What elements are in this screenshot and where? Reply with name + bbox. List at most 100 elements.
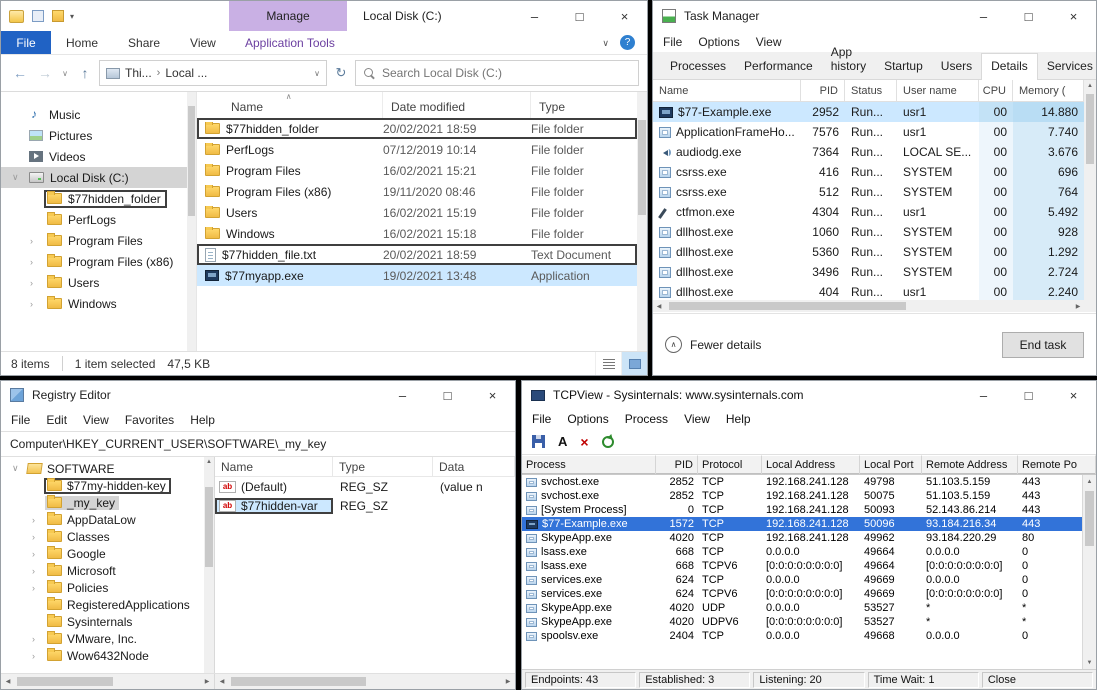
menu-view[interactable]: View <box>676 412 718 426</box>
registry-value-row[interactable]: $77hidden-var REG_SZ <box>215 496 515 515</box>
close-button[interactable]: × <box>1051 381 1096 409</box>
end-task-button[interactable]: End task <box>1002 332 1084 358</box>
column-header-local-port[interactable]: Local Port <box>860 455 922 474</box>
connection-row[interactable]: $77-Example.exe 1572 TCP 192.168.241.128… <box>522 517 1082 531</box>
process-row[interactable]: ctfmon.exe 4304 Run... usr1 00 5.492 <box>653 202 1084 222</box>
column-header-remote-port[interactable]: Remote Po <box>1018 455 1096 474</box>
scrollbar-thumb[interactable] <box>669 302 906 310</box>
close-button[interactable]: × <box>602 1 647 31</box>
expander-icon[interactable]: › <box>30 236 40 246</box>
column-header-cpu[interactable]: CPU <box>979 80 1013 101</box>
connection-row[interactable]: svchost.exe 2852 TCP 192.168.241.128 497… <box>522 475 1082 489</box>
scroll-left-icon[interactable]: ◀ <box>1 674 15 689</box>
connection-row[interactable]: lsass.exe 668 TCPV6 [0:0:0:0:0:0:0:0] 49… <box>522 559 1082 573</box>
menu-file[interactable]: File <box>524 412 559 426</box>
registry-key-item[interactable]: › VMware, Inc. <box>1 630 214 647</box>
registry-key-item[interactable]: › AppDataLow <box>1 511 214 528</box>
maximize-button[interactable]: □ <box>425 381 470 409</box>
menu-favorites[interactable]: Favorites <box>117 413 182 427</box>
connection-row[interactable]: spoolsv.exe 2404 TCP 0.0.0.0 49668 0.0.0… <box>522 629 1082 643</box>
process-row[interactable]: dllhost.exe 1060 Run... SYSTEM 00 928 <box>653 222 1084 242</box>
refresh-icon[interactable] <box>602 436 614 448</box>
quick-access-properties-icon[interactable] <box>32 10 44 22</box>
sidebar-item[interactable]: Pictures <box>1 125 196 146</box>
expander-icon[interactable]: › <box>32 549 35 559</box>
column-header-data[interactable]: Data <box>433 457 515 476</box>
quick-access-dropdown-icon[interactable]: ▾ <box>70 12 74 21</box>
scroll-right-icon[interactable]: ▶ <box>200 674 214 689</box>
process-row[interactable]: csrss.exe 416 Run... SYSTEM 00 696 <box>653 162 1084 182</box>
breadcrumb[interactable]: Thi... › Local ... ∨ <box>99 60 327 86</box>
column-header-memory[interactable]: Memory ( <box>1013 80 1084 101</box>
column-header-protocol[interactable]: Protocol <box>698 455 762 474</box>
tab-users[interactable]: Users <box>932 54 981 79</box>
manage-contextual-tab[interactable]: Manage <box>229 1 347 31</box>
scrollbar-thumb[interactable] <box>231 677 366 686</box>
scroll-up-icon[interactable]: ▲ <box>204 457 214 467</box>
menu-options[interactable]: Options <box>559 412 616 426</box>
quick-access-new-folder-icon[interactable] <box>52 10 64 22</box>
menu-help[interactable]: Help <box>718 412 759 426</box>
minimize-button[interactable]: – <box>961 381 1006 409</box>
expander-icon[interactable]: › <box>30 299 40 309</box>
column-header-status[interactable]: Status <box>845 80 897 101</box>
scrollbar-thumb[interactable] <box>17 677 113 686</box>
column-header-process[interactable]: Process <box>522 455 656 474</box>
minimize-button[interactable]: – <box>380 381 425 409</box>
values-horizontal-scrollbar[interactable]: ◀ ▶ <box>215 674 515 689</box>
tab-app-history[interactable]: App history <box>822 40 875 79</box>
scroll-right-icon[interactable]: ▶ <box>1072 300 1084 312</box>
menu-file[interactable]: File <box>3 413 38 427</box>
expander-icon[interactable]: › <box>32 515 35 525</box>
address-dropdown-icon[interactable]: ∨ <box>314 69 320 78</box>
close-button[interactable]: × <box>470 381 515 409</box>
expander-icon[interactable]: ∨ <box>12 172 22 183</box>
expander-icon[interactable]: › <box>32 566 35 576</box>
tree-horizontal-scrollbar[interactable]: ◀ ▶ <box>1 674 215 689</box>
tab-application-tools[interactable]: Application Tools <box>237 31 343 54</box>
column-header-name[interactable]: Name <box>653 80 801 101</box>
file-row[interactable]: Program Files 16/02/2021 15:21 File fold… <box>197 160 637 181</box>
large-icons-view-button[interactable] <box>621 352 647 375</box>
vertical-scrollbar[interactable]: ▲ <box>1084 80 1096 312</box>
registry-address-bar[interactable]: Computer\HKEY_CURRENT_USER\SOFTWARE\_my_… <box>1 431 515 457</box>
maximize-button[interactable]: □ <box>1006 381 1051 409</box>
menu-process[interactable]: Process <box>617 412 676 426</box>
menu-view[interactable]: View <box>75 413 117 427</box>
sidebar-item[interactable]: PerfLogs <box>1 209 196 230</box>
column-header-type[interactable]: Type <box>531 92 647 118</box>
back-button[interactable]: ← <box>9 61 31 85</box>
breadcrumb-item[interactable]: Local ... <box>165 66 207 80</box>
sidebar-item[interactable]: › Program Files <box>1 230 196 251</box>
expander-icon[interactable]: ∨ <box>12 463 19 474</box>
expander-icon[interactable]: › <box>32 583 35 593</box>
expander-icon[interactable]: › <box>32 651 35 661</box>
column-header-name[interactable]: Name <box>215 457 333 476</box>
horizontal-scrollbar[interactable]: ◀ ▶ <box>653 300 1084 312</box>
expander-icon[interactable]: › <box>30 257 40 267</box>
expander-icon[interactable]: › <box>32 634 35 644</box>
connection-row[interactable]: lsass.exe 668 TCP 0.0.0.0 49664 0.0.0.0 … <box>522 545 1082 559</box>
file-row[interactable]: Users 16/02/2021 15:19 File folder <box>197 202 637 223</box>
menu-help[interactable]: Help <box>182 413 223 427</box>
recent-locations-dropdown-icon[interactable]: ∨ <box>59 61 71 85</box>
column-header-date-modified[interactable]: Date modified <box>383 92 531 118</box>
registry-key-item[interactable]: ∨ SOFTWARE <box>1 460 214 477</box>
tab-performance[interactable]: Performance <box>735 54 822 79</box>
maximize-button[interactable]: □ <box>557 1 602 31</box>
connection-row[interactable]: svchost.exe 2852 TCP 192.168.241.128 500… <box>522 489 1082 503</box>
file-row[interactable]: Windows 16/02/2021 15:18 File folder <box>197 223 637 244</box>
process-row[interactable]: $77-Example.exe 2952 Run... usr1 00 14.8… <box>653 102 1084 122</box>
connection-row[interactable]: SkypeApp.exe 4020 UDP 0.0.0.0 53527 * * <box>522 601 1082 615</box>
up-button[interactable]: ↑ <box>74 61 96 85</box>
menu-file[interactable]: File <box>655 35 690 49</box>
file-row[interactable]: PerfLogs 07/12/2019 10:14 File folder <box>197 139 637 160</box>
menu-view[interactable]: View <box>748 35 790 49</box>
maximize-button[interactable]: □ <box>1006 1 1051 31</box>
scroll-left-icon[interactable]: ◀ <box>653 300 665 312</box>
file-row[interactable]: $77hidden_file.txt 20/02/2021 18:59 Text… <box>197 244 637 265</box>
scroll-down-icon[interactable]: ▼ <box>1083 656 1096 669</box>
scroll-left-icon[interactable]: ◀ <box>215 674 229 689</box>
scroll-up-icon[interactable]: ▲ <box>1084 80 1096 92</box>
column-header-local-address[interactable]: Local Address <box>762 455 860 474</box>
